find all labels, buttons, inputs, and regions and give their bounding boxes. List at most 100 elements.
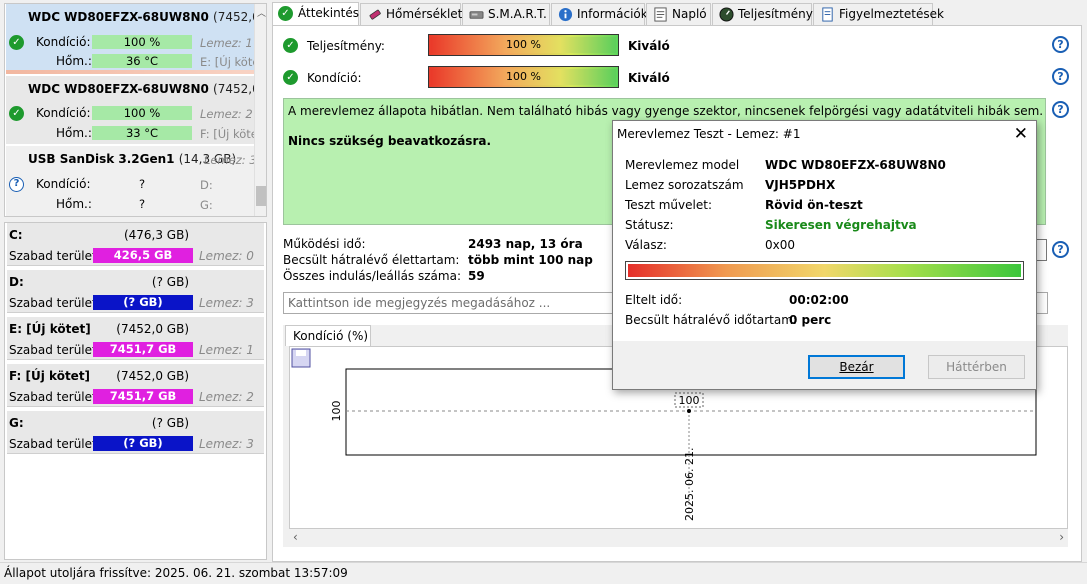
serial-value: VJH5PDHX [765, 178, 836, 192]
free-space-label: Szabad terület [9, 390, 97, 404]
startstop-label: Összes indulás/leállás száma: [283, 269, 461, 283]
tab-label: Figyelmeztetések [839, 7, 944, 21]
status-value: Sikeresen végrehajtva [765, 218, 917, 232]
condition-label: Kondíció: [36, 177, 91, 191]
disk-index: Lemez: 3 [204, 153, 257, 167]
condition-label: Kondíció: [36, 35, 91, 49]
free-space-bar: (? GB) [93, 436, 193, 451]
temp-bar: ? [92, 197, 192, 211]
tab-info[interactable]: Információk [551, 3, 648, 25]
free-space-label: Szabad terület [9, 296, 97, 310]
disk-title: WDC WD80EFZX-68UW8N0 (7452,0 GB) [28, 82, 266, 96]
tab-label: Áttekintés [298, 6, 360, 20]
chart-scrollbar[interactable]: ‹ › [289, 529, 1068, 546]
serial-label: Lemez sorozatszám [625, 178, 744, 192]
status-message: A merevlemez állapota hibátlan. Nem talá… [288, 104, 1044, 118]
tab-label: Információk [577, 7, 648, 21]
condition-label: Kondíció: [36, 106, 91, 120]
partition-disk: Lemez: 2 [199, 390, 254, 404]
data-point[interactable] [687, 409, 691, 413]
chevron-up-icon[interactable]: ︿ [257, 6, 266, 19]
check-icon: ✓ [9, 106, 24, 121]
x-tick-label: 2025. 06. 21. [683, 448, 696, 521]
close-icon[interactable]: ✕ [1014, 121, 1028, 147]
tab-label: Teljesítmény [738, 7, 813, 21]
gauge-icon [719, 7, 734, 22]
tab-label: Napló [672, 7, 707, 21]
scrollbar-thumb[interactable] [256, 186, 266, 206]
help-icon[interactable]: ? [1052, 68, 1069, 85]
point-label: 100 [679, 394, 700, 407]
tab-log[interactable]: Napló [646, 3, 711, 25]
check-icon: ✓ [283, 38, 298, 53]
help-icon[interactable]: ? [1052, 36, 1069, 53]
partition-size: (7452,0 GB) [116, 369, 189, 383]
help-icon[interactable]: ? [1052, 241, 1069, 258]
uptime-label: Működési idő: [283, 237, 366, 251]
remaining-value: 0 perc [789, 313, 832, 327]
free-space-bar: 7451,7 GB [93, 342, 193, 357]
performance-text: Kiváló [628, 39, 670, 53]
lifetime-label: Becsült hátralévő élettartam: [283, 253, 460, 267]
info-icon [558, 7, 573, 22]
chevron-right-icon[interactable]: › [1059, 530, 1064, 544]
y-tick-label: 100 [330, 401, 343, 422]
disk-title: WDC WD80EFZX-68UW8N0 (7452,0 GB) [28, 10, 266, 24]
partition-name: D: [9, 275, 24, 289]
tab-overview[interactable]: ✓ Áttekintés [272, 2, 359, 26]
partition-name: F: [Új kötet] [9, 369, 91, 383]
remaining-label: Becsült hátralévő időtartam: [625, 313, 797, 327]
disk-volume: D: [200, 178, 213, 192]
partition-item[interactable]: F: [Új kötet] (7452,0 GB) Szabad terület… [7, 364, 264, 407]
disk-item-3[interactable]: USB SanDisk 3.2Gen1 (14,3 GB) Lemez: 3 ?… [6, 146, 257, 216]
elapsed-value: 00:02:00 [789, 293, 849, 307]
test-dialog: Merevlemez Teszt - Lemez: #1 ✕ Merevleme… [612, 120, 1037, 390]
condition-row: ✓ Kondíció: 100 % Kiváló [283, 66, 1083, 90]
partition-disk: Lemez: 1 [199, 343, 254, 357]
free-space-bar: (? GB) [93, 295, 193, 310]
disk-item-2[interactable]: WDC WD80EFZX-68UW8N0 (7452,0 GB) ✓ Kondí… [6, 76, 266, 144]
help-icon[interactable]: ? [1052, 101, 1069, 118]
partition-list: C: (476,3 GB) Szabad terület 426,5 GB Le… [4, 222, 267, 560]
dialog-body: Merevlemez model WDC WD80EFZX-68UW8N0 Le… [613, 148, 1036, 341]
partition-size: (476,3 GB) [123, 228, 189, 242]
progress-fill [628, 264, 1021, 277]
chevron-left-icon[interactable]: ‹ [293, 530, 298, 544]
operation-label: Teszt művelet: [625, 198, 712, 212]
temp-strip [6, 70, 254, 74]
partition-item[interactable]: G: (? GB) Szabad terület (? GB) Lemez: 3 [7, 411, 264, 454]
recommendation: Nincs szükség beavatkozásra. [288, 134, 492, 148]
partition-name: E: [Új kötet] [9, 322, 91, 336]
background-button[interactable]: Háttérben [928, 355, 1025, 379]
response-value: 0x00 [765, 238, 796, 252]
check-icon: ✓ [9, 35, 24, 50]
operation-value: Rövid ön-teszt [765, 198, 863, 212]
tab-alerts[interactable]: Figyelmeztetések [813, 3, 944, 25]
tab-performance[interactable]: Teljesítmény [712, 3, 813, 25]
partition-disk: Lemez: 3 [199, 296, 254, 310]
tab-smart[interactable]: S.M.A.R.T. [462, 3, 550, 25]
close-button[interactable]: Bezár [808, 355, 905, 379]
partition-item[interactable]: D: (? GB) Szabad terület (? GB) Lemez: 3 [7, 270, 264, 313]
partition-item[interactable]: E: [Új kötet] (7452,0 GB) Szabad terület… [7, 317, 264, 360]
save-icon-label [296, 350, 306, 356]
tab-label: S.M.A.R.T. [488, 7, 547, 21]
partition-disk: Lemez: 0 [199, 249, 254, 263]
elapsed-label: Eltelt idő: [625, 293, 683, 307]
temp-label: Hőm.: [56, 197, 92, 211]
dialog-title: Merevlemez Teszt - Lemez: #1 [617, 127, 801, 141]
performance-bar: 100 % [428, 34, 619, 56]
uptime-value: 2493 nap, 13 óra [468, 237, 583, 251]
free-space-bar: 426,5 GB [93, 248, 193, 263]
disk-item-1[interactable]: WDC WD80EFZX-68UW8N0 (7452,0 GB) ✓ Kondí… [6, 4, 266, 74]
free-space-label: Szabad terület [9, 343, 97, 357]
disk-list-scrollbar[interactable]: ︿ ﹀ [254, 4, 266, 216]
drive-icon [469, 11, 484, 19]
tab-temperature[interactable]: Hőmérséklet [360, 3, 462, 25]
partition-item[interactable]: C: (476,3 GB) Szabad terület 426,5 GB Le… [7, 223, 264, 266]
tab-condition-chart[interactable]: Kondíció (%) [285, 325, 371, 346]
partition-size: (? GB) [151, 275, 189, 289]
disk-list: WDC WD80EFZX-68UW8N0 (7452,0 GB) ✓ Kondí… [4, 3, 267, 217]
free-space-bar: 7451,7 GB [93, 389, 193, 404]
status-label: Státusz: [625, 218, 674, 232]
